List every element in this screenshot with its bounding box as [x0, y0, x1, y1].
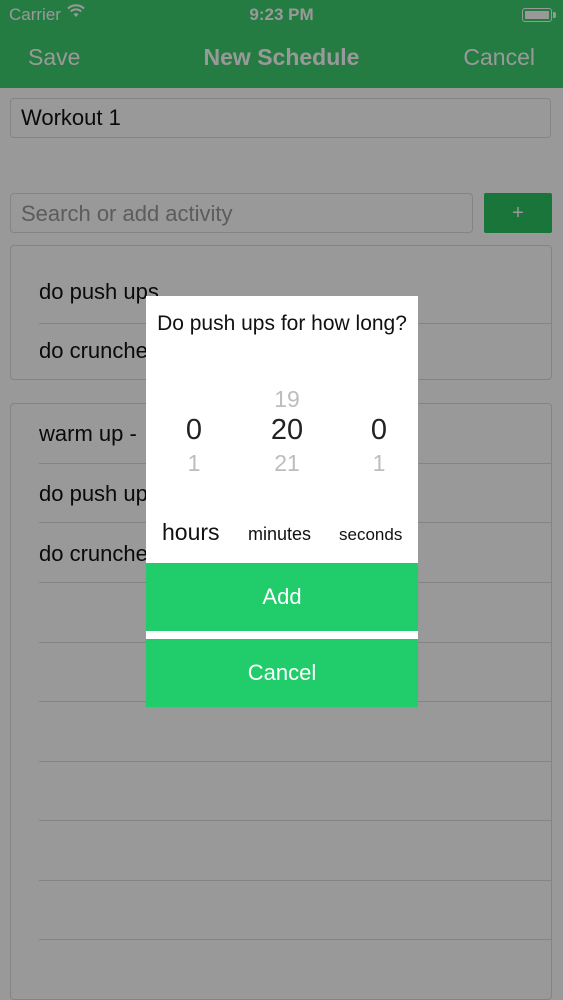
minutes-label: minutes — [248, 524, 312, 544]
minutes-option-below[interactable]: 21 — [262, 450, 312, 477]
minutes-option-selected[interactable]: 20 — [262, 414, 312, 447]
seconds-option-selected[interactable]: 0 — [359, 414, 399, 447]
hours-option-selected[interactable]: 0 — [174, 414, 214, 447]
dialog-question: Do push ups for how long? — [157, 312, 407, 335]
minutes-option-above[interactable]: 19 — [262, 386, 312, 413]
seconds-picker[interactable]: 0 1 — [359, 384, 399, 484]
add-button[interactable]: Add — [146, 563, 418, 631]
dialog-cancel-button[interactable]: Cancel — [146, 639, 418, 707]
minutes-picker[interactable]: 19 20 21 — [262, 384, 312, 484]
seconds-label: seconds — [339, 525, 403, 544]
hours-label: hours — [162, 519, 220, 545]
duration-dialog: Do push ups for how long? 0 1 hours 19 2… — [146, 296, 418, 707]
hours-option-below[interactable]: 1 — [174, 450, 214, 477]
hours-picker[interactable]: 0 1 — [174, 384, 214, 484]
seconds-option-below[interactable]: 1 — [359, 450, 399, 477]
